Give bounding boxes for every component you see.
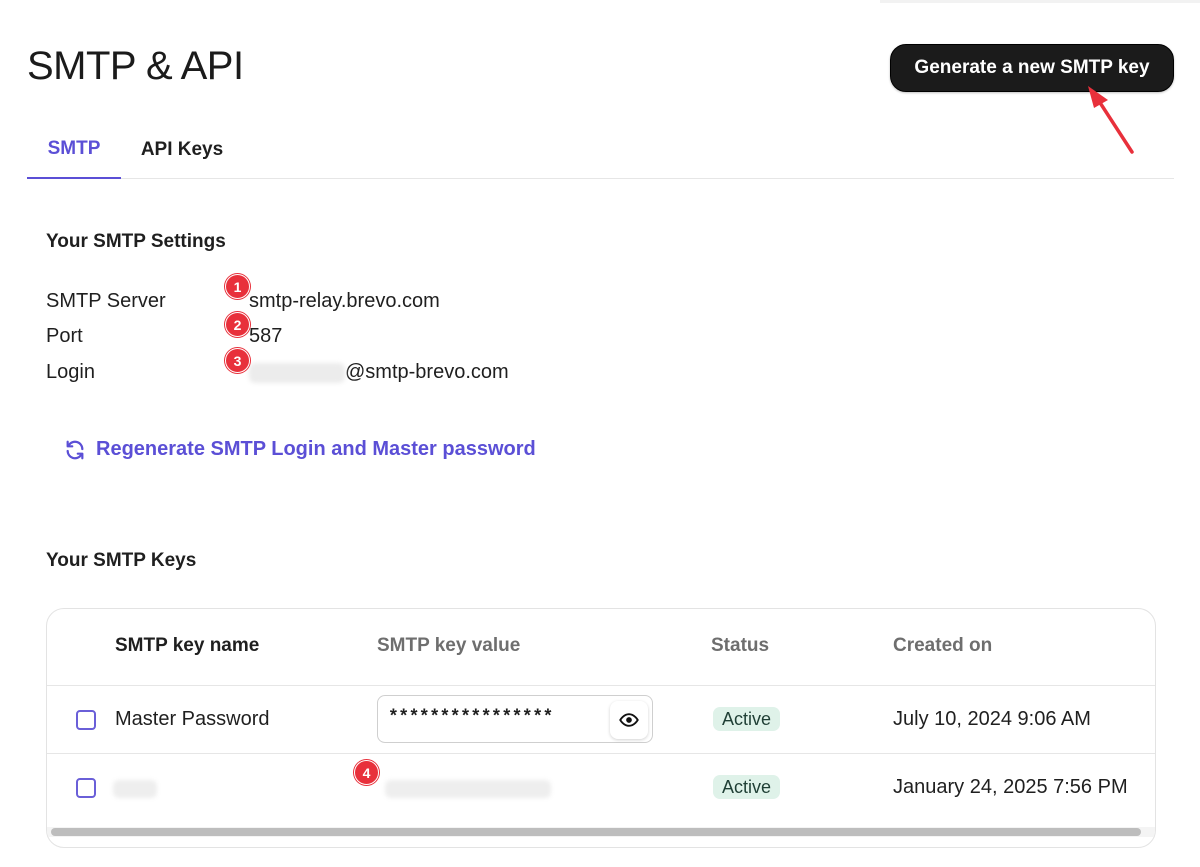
login-label: Login [46,361,95,383]
regenerate-link-label: Regenerate SMTP Login and Master passwor… [96,438,536,460]
regenerate-login-link[interactable]: Regenerate SMTP Login and Master passwor… [64,438,536,461]
row-checkbox[interactable] [76,778,96,798]
tab-api-keys[interactable]: API Keys [129,120,235,179]
reveal-key-button[interactable] [610,701,648,739]
annotation-marker-3: 3 [225,348,250,373]
horizontal-scrollbar[interactable] [47,827,1155,837]
port-label: Port [46,325,83,347]
scrollbar-thumb[interactable] [51,828,1141,836]
redacted-login [249,362,345,383]
page-title: SMTP & API [27,44,244,88]
login-domain: @smtp-brevo.com [345,361,509,383]
refresh-icon [66,440,84,459]
status-badge: Active [713,707,781,731]
annotation-marker-4: 4 [354,760,379,785]
annotation-marker-1: 1 [225,274,250,299]
tab-bar: SMTP API Keys [27,120,1174,179]
row-checkbox[interactable] [76,710,96,730]
redacted-key-value [385,780,551,798]
column-header-value: SMTP key value [377,635,521,656]
smtp-server-value: smtp-relay.brevo.com [249,290,440,312]
column-header-name: SMTP key name [115,635,260,656]
key-name: Master Password [115,708,270,730]
top-divider [880,0,1200,3]
eye-icon [619,713,639,727]
created-date: July 10, 2024 9:06 AM [893,708,1091,730]
redacted-key-name [113,780,157,798]
login-value: @smtp-brevo.com [249,361,509,384]
smtp-settings-title: Your SMTP Settings [46,231,226,252]
annotation-marker-2: 2 [225,312,250,337]
row-divider [47,753,1155,754]
smtp-keys-title: Your SMTP Keys [46,550,197,571]
created-date: January 24, 2025 7:56 PM [893,776,1128,798]
column-header-created: Created on [893,635,993,656]
port-value: 587 [249,325,283,347]
smtp-server-label: SMTP Server [46,290,166,312]
column-header-status: Status [711,635,770,656]
tab-smtp[interactable]: SMTP [27,120,121,179]
row-divider [47,685,1155,686]
key-value-masked: **************** [388,708,553,728]
status-badge: Active [713,775,781,799]
smtp-keys-table: SMTP key name SMTP key value Status Crea… [46,608,1156,848]
key-value-field[interactable]: **************** [377,695,653,743]
